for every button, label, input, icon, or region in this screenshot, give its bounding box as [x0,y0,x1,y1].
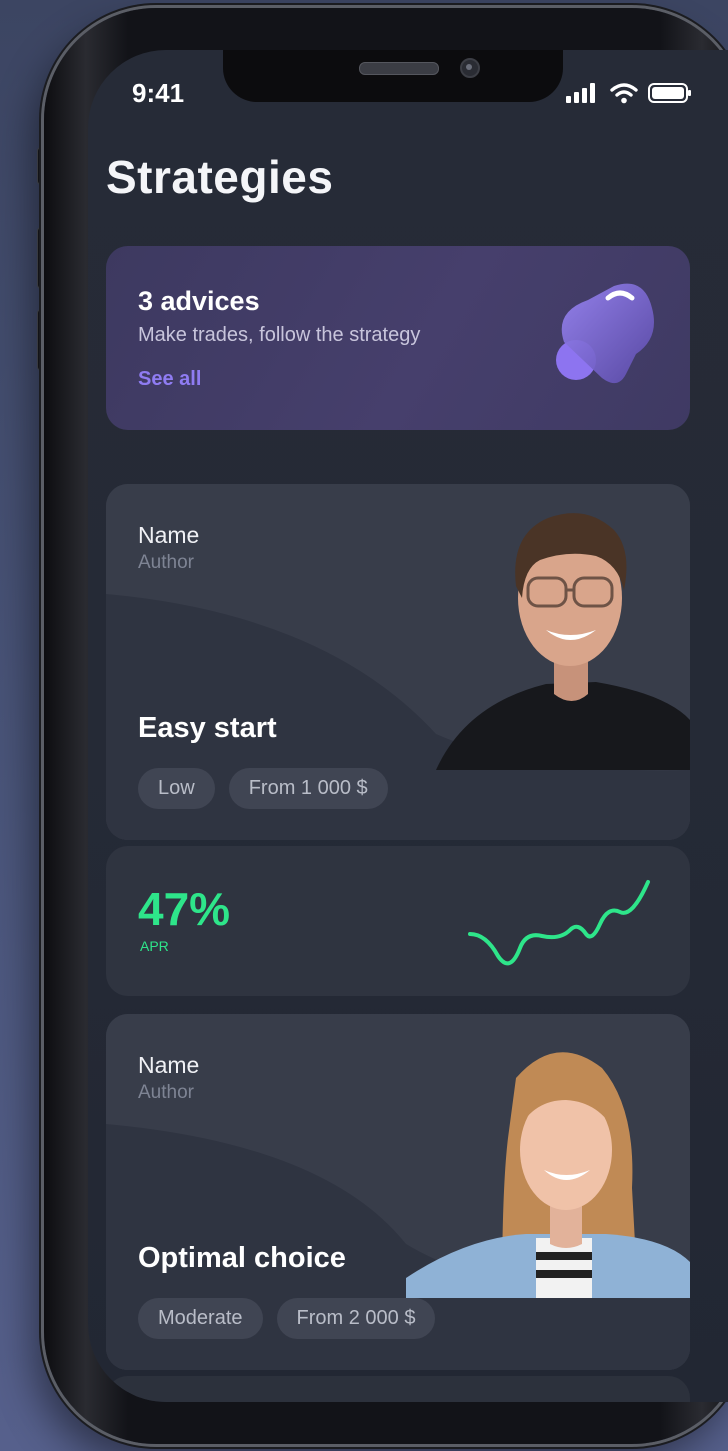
see-all-link[interactable]: See all [138,368,201,391]
strategy-name: Name [138,522,200,548]
strategy-name: Name [138,1052,200,1078]
status-icons [566,82,692,104]
risk-chip[interactable]: Low [138,768,215,809]
advice-heading: 3 advices [138,286,260,316]
risk-chip[interactable]: Moderate [138,1298,263,1339]
apr-value: 47% [138,883,231,935]
advice-subtitle: Make trades, follow the strategy [138,324,421,346]
strategy-title: Easy start [138,712,277,744]
apr-label: APR [140,938,169,954]
speaker-grille [359,62,439,75]
apr-sparkline [468,880,650,966]
min-amount-chip[interactable]: From 1 000 $ [228,768,388,809]
strategy-author: Author [138,552,194,573]
strategy-tags: Moderate From 2 000 $ [138,1298,436,1339]
apr-card[interactable]: 47% APR [106,846,690,996]
front-camera [460,58,480,78]
bell-icon [556,283,654,384]
advice-card[interactable]: 3 advices Make trades, follow the strate… [106,246,690,430]
wifi-icon [610,83,638,104]
strategy-author: Author [138,1082,194,1103]
signal-icon [566,83,595,103]
status-time: 9:41 [132,78,185,108]
min-amount-chip[interactable]: From 2 000 $ [276,1298,436,1339]
app-screen: 9:41 Strategies 3 advices Make trades, f… [88,50,728,1402]
strategy-card[interactable]: Name Author Easy start Low From 1 000 $ [106,484,690,840]
strategy-card[interactable]: Name Author Optimal choice Moderate From… [106,1014,690,1370]
strategy-tags: Low From 1 000 $ [138,768,388,809]
author-avatar-man [436,513,690,770]
strategy-title: Optimal choice [138,1242,346,1274]
author-avatar-woman [406,1052,690,1298]
next-card-peek[interactable] [106,1376,690,1402]
page-title: Strategies [106,151,334,203]
battery-icon [648,83,691,103]
phone-notch [223,50,563,102]
